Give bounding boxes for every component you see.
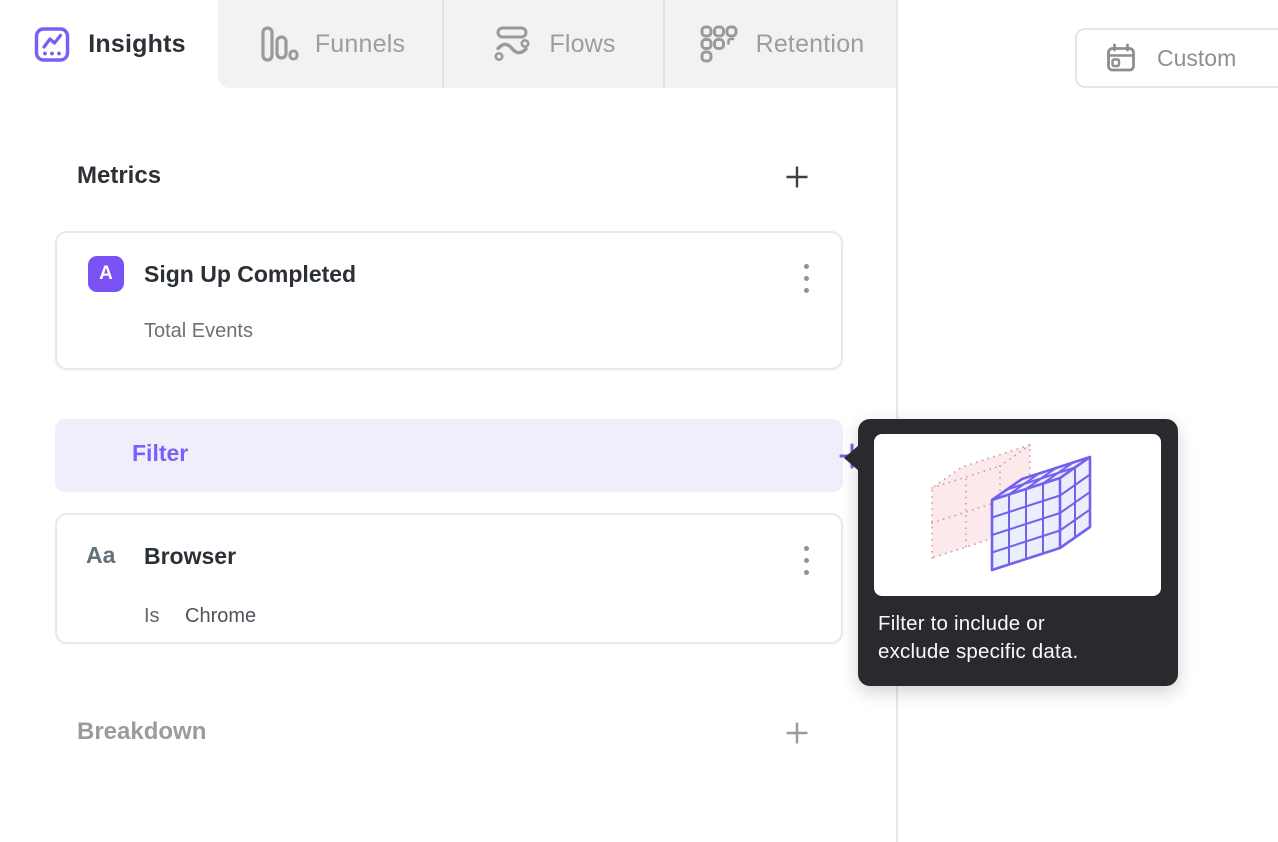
filter-value[interactable]: Chrome [185, 605, 256, 628]
metric-menu-button[interactable] [803, 257, 809, 299]
metric-card[interactable]: A Sign Up Completed Total Events [55, 231, 843, 370]
filter-title: Filter [132, 440, 189, 466]
dot-grid-icon [700, 25, 738, 63]
metric-event-name: Sign Up Completed [144, 261, 357, 287]
filter-property-name: Browser [144, 543, 237, 569]
kebab-menu-icon [803, 545, 809, 575]
filter-cube-illustration [931, 443, 1092, 572]
add-breakdown-button[interactable] [783, 719, 811, 747]
line-chart-icon [35, 27, 70, 62]
filter-section-header[interactable]: Filter [55, 419, 865, 492]
tab-insights[interactable]: Insights [0, 0, 218, 88]
date-range-custom-button[interactable]: Custom [1075, 28, 1278, 88]
plus-icon [786, 722, 808, 744]
tooltip-text-line2: exclude specific data. [878, 640, 1079, 663]
flow-stream-icon [494, 26, 530, 61]
tab-funnels-label: Funnels [314, 29, 406, 58]
date-range-label: Custom [1157, 44, 1237, 71]
metrics-section-header: Metrics [0, 160, 897, 198]
analysis-tabbar: Insights Funnels Flows Retention [0, 0, 897, 88]
tab-insights-label: Insights [88, 29, 186, 58]
metric-badge: A [88, 256, 124, 292]
tab-flows-label: Flows [549, 29, 616, 58]
tooltip-text: Filter to include or exclude specific da… [878, 610, 1163, 666]
text-property-icon: Aa [86, 542, 116, 568]
filter-operator[interactable]: Is [144, 605, 160, 628]
breakdown-title: Breakdown [77, 718, 207, 745]
tooltip-arrow [844, 445, 859, 471]
tab-retention-label: Retention [755, 29, 865, 58]
filter-help-tooltip: Filter to include or exclude specific da… [844, 419, 1178, 686]
tooltip-illustration-frame [874, 434, 1161, 596]
metric-measurement[interactable]: Total Events [144, 320, 253, 343]
filter-menu-button[interactable] [803, 539, 809, 581]
tooltip-text-line1: Filter to include or [878, 612, 1045, 635]
breakdown-section-header: Breakdown [0, 716, 897, 754]
tab-funnels[interactable]: Funnels [218, 0, 442, 88]
funnel-bars-icon [261, 26, 299, 62]
plus-icon [786, 166, 808, 188]
filter-card[interactable]: Aa Browser Is Chrome [55, 513, 843, 644]
metrics-title: Metrics [77, 162, 162, 189]
tab-retention[interactable]: Retention [663, 0, 897, 88]
tab-flows[interactable]: Flows [442, 0, 663, 88]
calendar-icon [1107, 43, 1135, 72]
add-metric-button[interactable] [783, 163, 811, 191]
kebab-menu-icon [803, 263, 809, 293]
